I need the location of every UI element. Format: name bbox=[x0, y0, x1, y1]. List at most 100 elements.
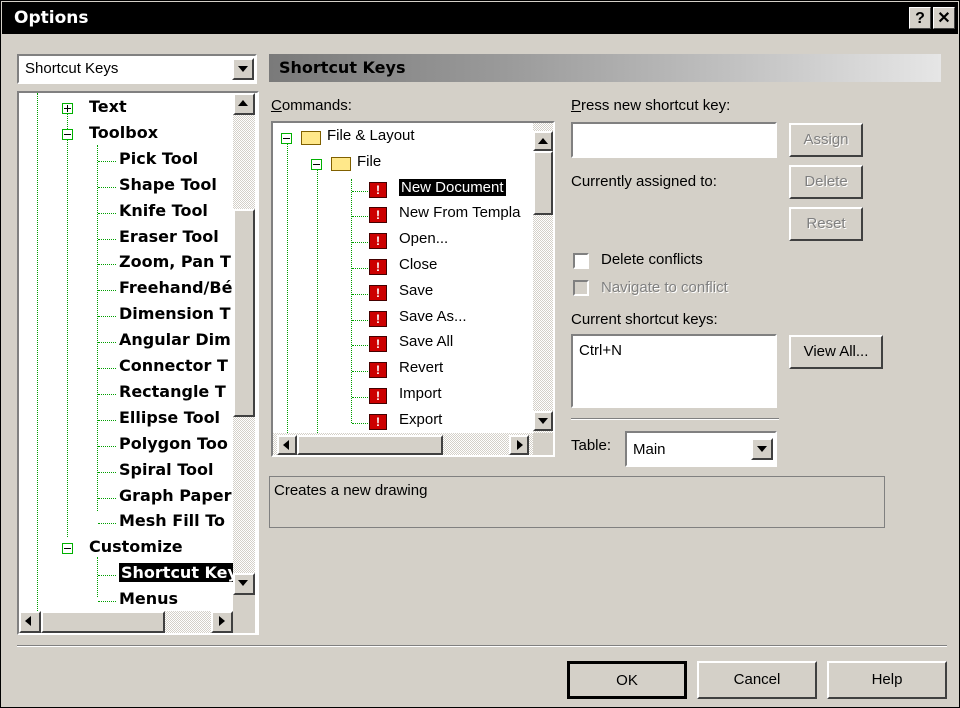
current-shortcut-list[interactable]: Ctrl+N bbox=[571, 334, 777, 408]
command-folder[interactable]: File & Layout bbox=[327, 127, 415, 144]
table-label: Table: bbox=[571, 437, 612, 454]
tree-item[interactable]: Eraser Tool bbox=[119, 227, 219, 246]
tree-item[interactable]: Angular Dim bbox=[119, 330, 231, 349]
separator bbox=[571, 418, 779, 420]
table-combo-value: Main bbox=[633, 441, 666, 458]
tree-item[interactable]: Text bbox=[89, 97, 127, 116]
expand-icon[interactable] bbox=[62, 103, 73, 114]
tree-scroll-thumb[interactable] bbox=[233, 209, 255, 417]
view-all-button-label: View All... bbox=[803, 343, 869, 360]
command-item-selected[interactable]: New Document bbox=[399, 178, 506, 196]
command-item[interactable]: Save As... bbox=[399, 308, 467, 325]
tree-scroll-right[interactable] bbox=[211, 611, 233, 633]
page-header: Shortcut Keys bbox=[269, 54, 941, 82]
commands-tree[interactable]: File & Layout File! New Document! New From … bbox=[271, 121, 555, 457]
tree-item[interactable]: Freehand/Bé bbox=[119, 278, 232, 297]
collapse-icon[interactable] bbox=[281, 133, 292, 144]
help-button[interactable]: Help bbox=[827, 661, 947, 699]
collapse-icon[interactable] bbox=[62, 543, 73, 555]
command-icon: ! bbox=[369, 284, 387, 301]
chevron-down-icon[interactable] bbox=[751, 438, 773, 460]
category-combo[interactable]: Shortcut Keys bbox=[17, 54, 257, 84]
tree-item[interactable]: Graph Paper bbox=[119, 486, 232, 505]
command-item[interactable]: Open... bbox=[399, 230, 448, 247]
tree-item[interactable]: Menus bbox=[119, 589, 178, 608]
tree-item[interactable]: Customize bbox=[89, 537, 183, 556]
delete-conflicts-label: Delete conflicts bbox=[601, 251, 703, 268]
tree-item[interactable]: Spiral Tool bbox=[119, 460, 213, 479]
help-icon[interactable]: ? bbox=[909, 7, 931, 29]
collapse-icon[interactable] bbox=[62, 128, 73, 140]
collapse-icon[interactable] bbox=[311, 158, 322, 170]
command-item[interactable]: New From Templa bbox=[399, 204, 520, 221]
table-combo[interactable]: Main bbox=[625, 431, 777, 467]
command-icon: ! bbox=[369, 413, 387, 430]
commands-scroll-down[interactable] bbox=[533, 411, 553, 431]
commands-scroll-thumb[interactable] bbox=[533, 151, 553, 215]
tree-item[interactable]: Mesh Fill To bbox=[119, 511, 225, 530]
tree-scroll-left[interactable] bbox=[19, 611, 41, 633]
tree-hscroll-thumb[interactable] bbox=[41, 611, 165, 633]
options-tree[interactable]: Text Toolbox Pick Tool Shape Tool Knife Tool… bbox=[17, 91, 259, 635]
command-item[interactable]: Import bbox=[399, 385, 442, 402]
tree-item-selected[interactable]: Shortcut Key bbox=[119, 563, 240, 583]
command-icon: ! bbox=[369, 336, 387, 353]
tree-item[interactable]: Connector T bbox=[119, 356, 228, 375]
cancel-button-label: Cancel bbox=[733, 671, 781, 688]
tree-item[interactable]: Zoom, Pan T bbox=[119, 252, 231, 271]
command-icon: ! bbox=[369, 233, 387, 250]
command-icon: ! bbox=[369, 388, 387, 404]
ok-button[interactable]: OK bbox=[567, 661, 687, 699]
tree-item[interactable]: Toolbox bbox=[89, 123, 158, 142]
press-shortcut-label: Press new shortcut key: bbox=[571, 97, 731, 114]
command-icon: ! bbox=[369, 362, 387, 379]
delete-conflicts-checkbox[interactable] bbox=[573, 253, 589, 269]
folder-icon bbox=[301, 131, 321, 145]
current-shortcut-label: Current shortcut keys: bbox=[571, 311, 718, 328]
current-shortcut-value[interactable]: Ctrl+N bbox=[579, 342, 622, 359]
command-item[interactable]: Save bbox=[399, 282, 433, 299]
commands-scroll-up[interactable] bbox=[533, 131, 553, 151]
delete-button-label: Delete bbox=[804, 173, 848, 190]
navigate-conflict-checkbox[interactable] bbox=[573, 280, 589, 296]
assign-button[interactable]: Assign bbox=[789, 123, 863, 157]
command-item[interactable]: Revert bbox=[399, 359, 443, 376]
command-folder[interactable]: File bbox=[357, 153, 381, 170]
delete-button[interactable]: Delete bbox=[789, 165, 863, 199]
commands-hscroll-thumb[interactable] bbox=[297, 435, 443, 455]
commands-scroll-left[interactable] bbox=[277, 435, 297, 455]
title-bar: Options ? ✕ bbox=[2, 2, 958, 34]
view-all-button[interactable]: View All... bbox=[789, 335, 883, 369]
reset-button[interactable]: Reset bbox=[789, 207, 863, 241]
tree-item[interactable]: Pick Tool bbox=[119, 149, 198, 168]
command-item[interactable]: Save All bbox=[399, 333, 453, 350]
navigate-conflict-label: Navigate to conflict bbox=[601, 279, 728, 296]
new-shortcut-input[interactable] bbox=[571, 122, 777, 158]
reset-button-label: Reset bbox=[806, 215, 846, 232]
command-item[interactable]: Close bbox=[399, 256, 437, 273]
commands-scroll-right[interactable] bbox=[509, 435, 529, 455]
command-icon: ! bbox=[369, 310, 387, 327]
window-title: Options bbox=[14, 8, 89, 28]
close-icon[interactable]: ✕ bbox=[933, 7, 955, 29]
description-box: Creates a new drawing bbox=[269, 476, 885, 528]
tree-item[interactable]: Knife Tool bbox=[119, 201, 208, 220]
folder-icon bbox=[331, 156, 351, 171]
tree-scroll-up[interactable] bbox=[233, 93, 255, 115]
command-icon: ! bbox=[369, 259, 387, 275]
tree-item[interactable]: Polygon Too bbox=[119, 434, 228, 453]
help-button-label: Help bbox=[871, 671, 903, 688]
tree-scroll-down[interactable] bbox=[233, 573, 255, 595]
category-combo-value: Shortcut Keys bbox=[25, 60, 119, 77]
command-item[interactable]: Export bbox=[399, 411, 442, 428]
tree-item[interactable]: Shape Tool bbox=[119, 175, 217, 194]
footer-separator bbox=[17, 645, 947, 647]
commands-label-text: ommands: bbox=[281, 97, 352, 114]
tree-item[interactable]: Dimension T bbox=[119, 304, 231, 323]
command-icon: ! bbox=[369, 207, 387, 224]
tree-item[interactable]: Rectangle T bbox=[119, 382, 226, 401]
tree-item[interactable]: Ellipse Tool bbox=[119, 408, 220, 427]
chevron-down-icon[interactable] bbox=[232, 58, 254, 80]
currently-assigned-label: Currently assigned to: bbox=[571, 173, 717, 190]
cancel-button[interactable]: Cancel bbox=[697, 661, 817, 699]
